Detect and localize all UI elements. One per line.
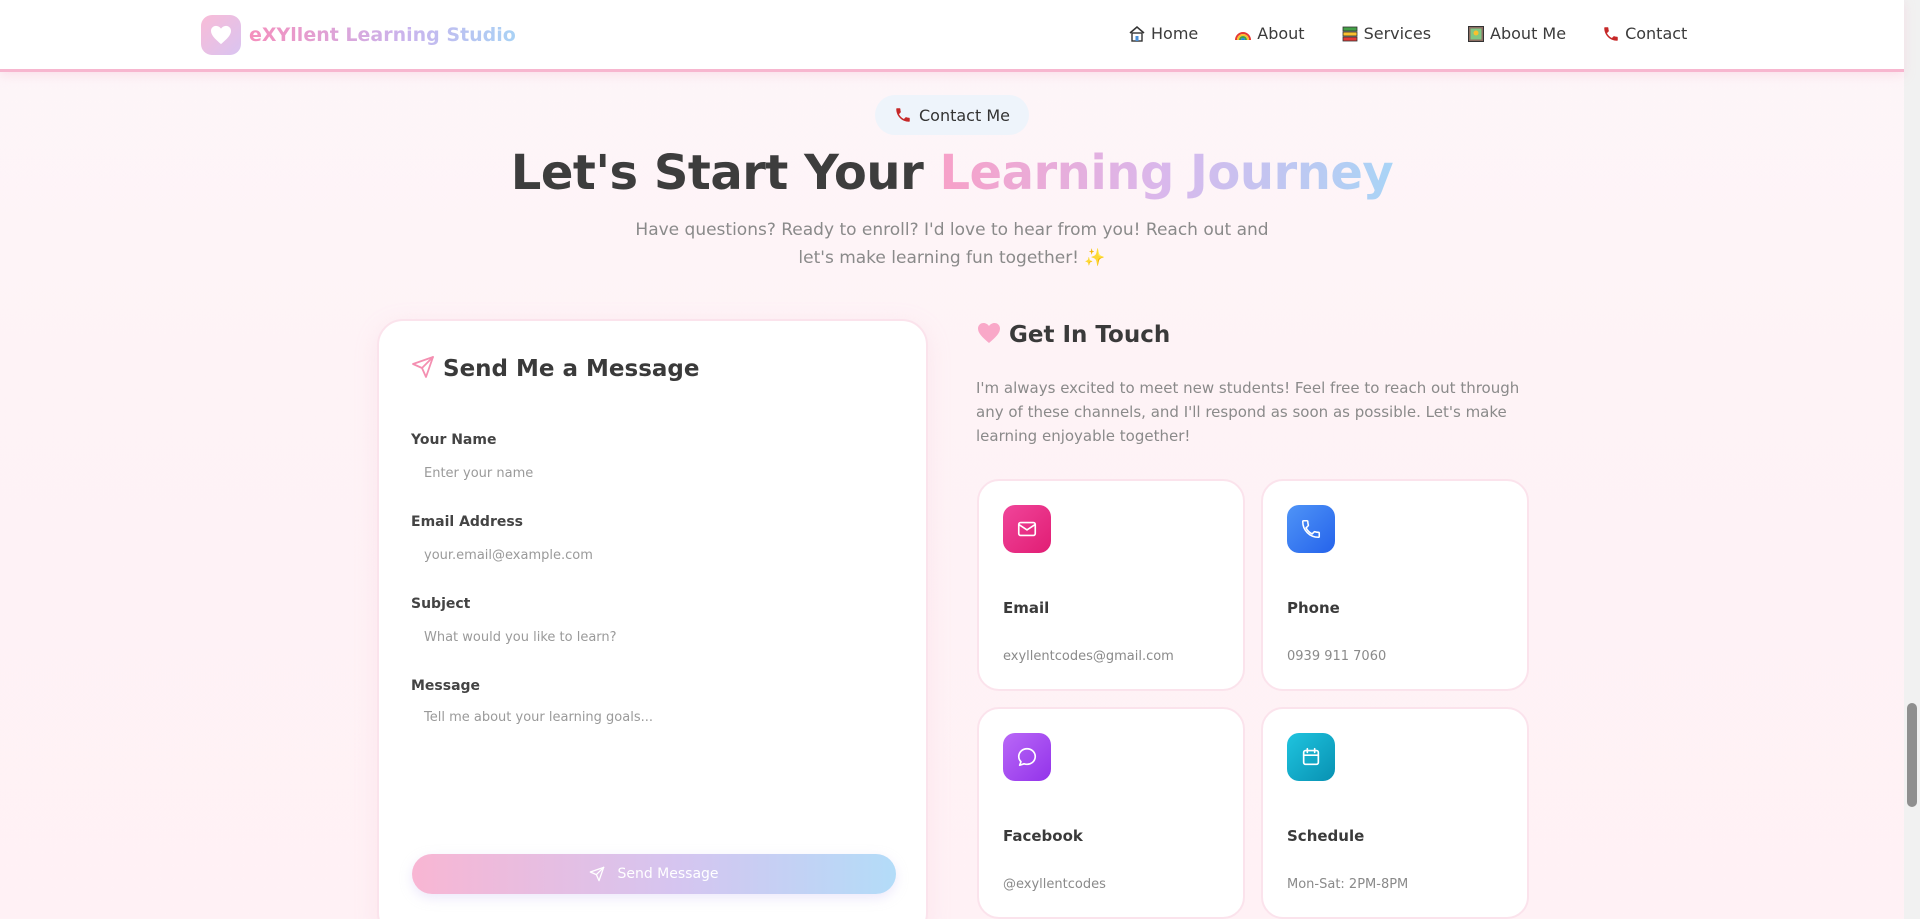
picture-icon: [1467, 25, 1485, 43]
card-value: 0939 911 7060: [1287, 649, 1387, 664]
telephone-icon: [894, 106, 912, 124]
nav-item-services[interactable]: Services: [1341, 24, 1431, 43]
phone-icon: [1287, 505, 1335, 553]
card-title: Phone: [1287, 599, 1340, 617]
name-label: Your Name: [411, 432, 497, 448]
phone-card[interactable]: Phone 0939 911 7060: [1261, 479, 1529, 691]
form-heading: Send Me a Message: [411, 355, 699, 383]
pill-label: Contact Me: [919, 105, 1010, 125]
send-icon: [411, 355, 435, 383]
site-header: eXYllent Learning Studio Home About Serv…: [0, 0, 1904, 72]
card-value: Mon-Sat: 2PM-8PM: [1287, 877, 1409, 892]
nav-label: About Me: [1490, 24, 1567, 43]
nav-item-about[interactable]: About: [1234, 24, 1305, 43]
send-message-button[interactable]: Send Message: [412, 854, 896, 894]
nav-label: Services: [1363, 24, 1432, 43]
telephone-icon: [1602, 25, 1620, 43]
message-textarea[interactable]: [409, 702, 895, 822]
nav-item-about-me[interactable]: About Me: [1467, 24, 1566, 43]
subject-input[interactable]: [409, 620, 895, 654]
name-input[interactable]: [409, 456, 895, 490]
facebook-card[interactable]: Facebook @exyllentcodes: [977, 707, 1245, 919]
nav-label: Home: [1151, 24, 1199, 43]
heart-icon: [977, 322, 1001, 348]
heart-icon: [201, 15, 241, 55]
title-highlight: Learning Journey: [939, 145, 1394, 201]
page-subtitle: Have questions? Ready to enroll? I'd lov…: [635, 220, 1269, 268]
calendar-icon: [1287, 733, 1335, 781]
mail-icon: [1003, 505, 1051, 553]
main-nav: Home About Services About Me Contact: [1128, 24, 1687, 43]
house-icon: [1128, 25, 1146, 43]
title-plain: Let's Start Your: [510, 145, 940, 201]
scrollbar-thumb[interactable]: [1907, 703, 1917, 807]
touch-description: I'm always excited to meet new students!…: [976, 379, 1520, 445]
email-input[interactable]: [409, 538, 895, 572]
card-value: @exyllentcodes: [1003, 877, 1106, 892]
form-title: Send Me a Message: [443, 356, 700, 382]
message-form-card: Send Me a Message Your Name Email Addres…: [377, 319, 928, 919]
logo[interactable]: eXYllent Learning Studio: [201, 15, 516, 55]
nav-label: Contact: [1625, 24, 1688, 43]
send-icon: [589, 866, 605, 882]
message-label: Message: [411, 678, 481, 694]
nav-label: About: [1257, 24, 1305, 43]
card-title: Facebook: [1003, 827, 1083, 845]
send-button-label: Send Message: [617, 866, 719, 882]
card-title: Schedule: [1287, 827, 1365, 845]
email-card[interactable]: Email exyllentcodes@gmail.com: [977, 479, 1245, 691]
touch-title: Get In Touch: [1009, 322, 1171, 348]
contact-me-pill: Contact Me: [875, 95, 1029, 135]
nav-item-home[interactable]: Home: [1128, 24, 1198, 43]
page-title: Let's Start Your Learning Journey: [0, 145, 1904, 201]
brand-name: eXYllent Learning Studio: [249, 24, 516, 46]
rainbow-icon: [1234, 25, 1252, 43]
books-icon: [1341, 25, 1359, 43]
card-value: exyllentcodes@gmail.com: [1003, 649, 1174, 664]
chat-bubble-icon: [1003, 733, 1051, 781]
email-label: Email Address: [411, 514, 524, 530]
schedule-card[interactable]: Schedule Mon-Sat: 2PM-8PM: [1261, 707, 1529, 919]
nav-item-contact[interactable]: Contact: [1602, 24, 1687, 43]
subject-label: Subject: [411, 596, 471, 612]
card-title: Email: [1003, 599, 1050, 617]
touch-heading: Get In Touch: [977, 322, 1170, 348]
